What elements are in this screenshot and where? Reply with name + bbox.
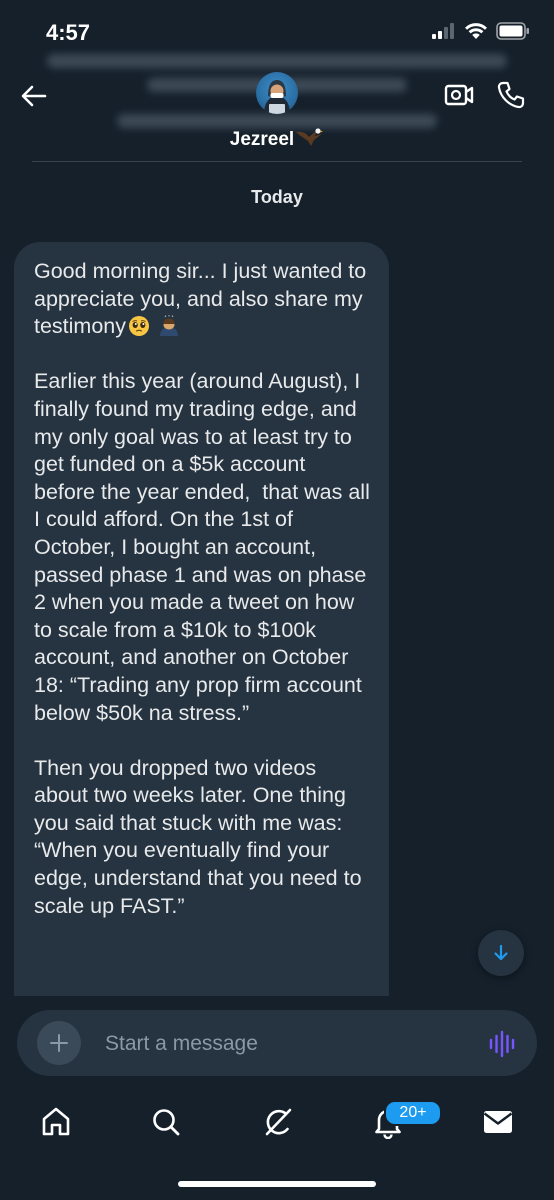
eagle-emoji-icon <box>296 128 324 146</box>
tab-grok[interactable] <box>258 1102 298 1142</box>
wifi-icon <box>465 23 487 39</box>
status-icons <box>432 22 530 40</box>
status-time: 4:57 <box>46 20 91 45</box>
avatar[interactable] <box>256 72 298 114</box>
grok-icon <box>265 1108 292 1136</box>
person-bowing-emoji-icon <box>160 315 178 337</box>
phone-icon <box>497 81 525 109</box>
conversation-header: Jezreel <box>0 60 554 162</box>
day-separator: Today <box>251 187 303 207</box>
battery-icon <box>496 22 529 40</box>
search-icon <box>153 1109 180 1136</box>
avatar-image <box>264 80 290 114</box>
message-composer <box>17 1010 537 1076</box>
video-call-button[interactable] <box>444 80 474 110</box>
back-button[interactable] <box>18 80 50 112</box>
tab-home[interactable] <box>36 1102 76 1142</box>
notifications-badge: 20+ <box>384 1100 442 1126</box>
bottom-tab-bar <box>0 1090 554 1156</box>
dm-conversation-screen: 4:57 Jezreel Today Good morning sir... I… <box>0 0 554 1200</box>
voice-waveform-icon <box>489 1030 515 1058</box>
header-divider <box>32 161 522 162</box>
message-text-body: Earlier this year (around August), I fin… <box>34 369 370 918</box>
voice-call-button[interactable] <box>496 80 526 110</box>
voice-message-button[interactable] <box>487 1029 517 1059</box>
home-icon <box>42 1107 70 1136</box>
message-input[interactable] <box>103 1024 467 1064</box>
message-text-intro: Good morning sir... I just wanted to app… <box>34 259 373 339</box>
mail-icon <box>483 1111 513 1133</box>
cellular-signal-icon <box>432 23 454 39</box>
arrow-left-icon <box>21 85 47 107</box>
add-media-button[interactable] <box>37 1021 81 1065</box>
plus-icon <box>50 1034 68 1052</box>
arrow-down-icon <box>494 944 508 961</box>
contact-name: Jezreel <box>229 129 295 150</box>
message-text: Good morning sir... I just wanted to app… <box>14 242 389 920</box>
received-message-bubble[interactable]: Good morning sir... I just wanted to app… <box>14 242 389 1032</box>
pleading-face-emoji-icon <box>129 316 150 337</box>
video-call-icon <box>444 84 474 106</box>
scroll-to-bottom-button[interactable] <box>478 930 524 976</box>
tab-messages[interactable] <box>478 1102 518 1142</box>
tab-search[interactable] <box>146 1102 186 1142</box>
contact-name-row[interactable]: Jezreel <box>0 126 554 151</box>
home-indicator <box>178 1181 376 1187</box>
